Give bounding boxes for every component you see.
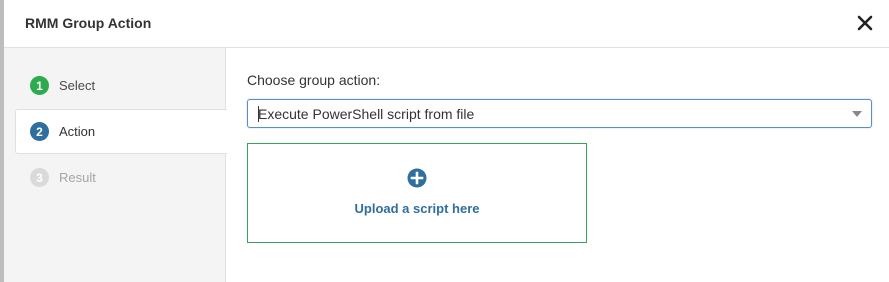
step-label: Select [59,78,96,93]
dialog-header: RMM Group Action [4,0,889,48]
text-cursor [258,106,259,122]
wizard-steps-sidebar: 1 Select 2 Action 3 Result [4,48,227,282]
group-action-select[interactable]: Execute PowerShell script from file [247,99,872,128]
dropdown-arrow-icon [852,111,862,117]
step-select[interactable]: 1 Select [4,63,226,108]
rmm-group-action-dialog: RMM Group Action 1 Select 2 Action 3 Res… [4,0,889,282]
step-result[interactable]: 3 Result [4,155,226,200]
step-number-badge: 3 [30,168,49,187]
main-content: Choose group action: Execute PowerShell … [247,48,879,282]
step-number-badge: 1 [30,76,49,95]
upload-script-dropzone[interactable]: Upload a script here [247,143,587,243]
step-label: Result [59,170,96,185]
selected-action-value: Execute PowerShell script from file [258,106,475,122]
close-button[interactable] [853,11,877,35]
dialog-title: RMM Group Action [25,15,152,31]
step-label: Action [59,124,96,139]
close-icon [857,15,873,31]
upload-script-label: Upload a script here [354,201,480,216]
plus-circle-icon [407,168,427,188]
step-number-badge: 2 [30,122,49,141]
group-action-label: Choose group action: [247,72,381,88]
step-action[interactable]: 2 Action [15,109,227,154]
